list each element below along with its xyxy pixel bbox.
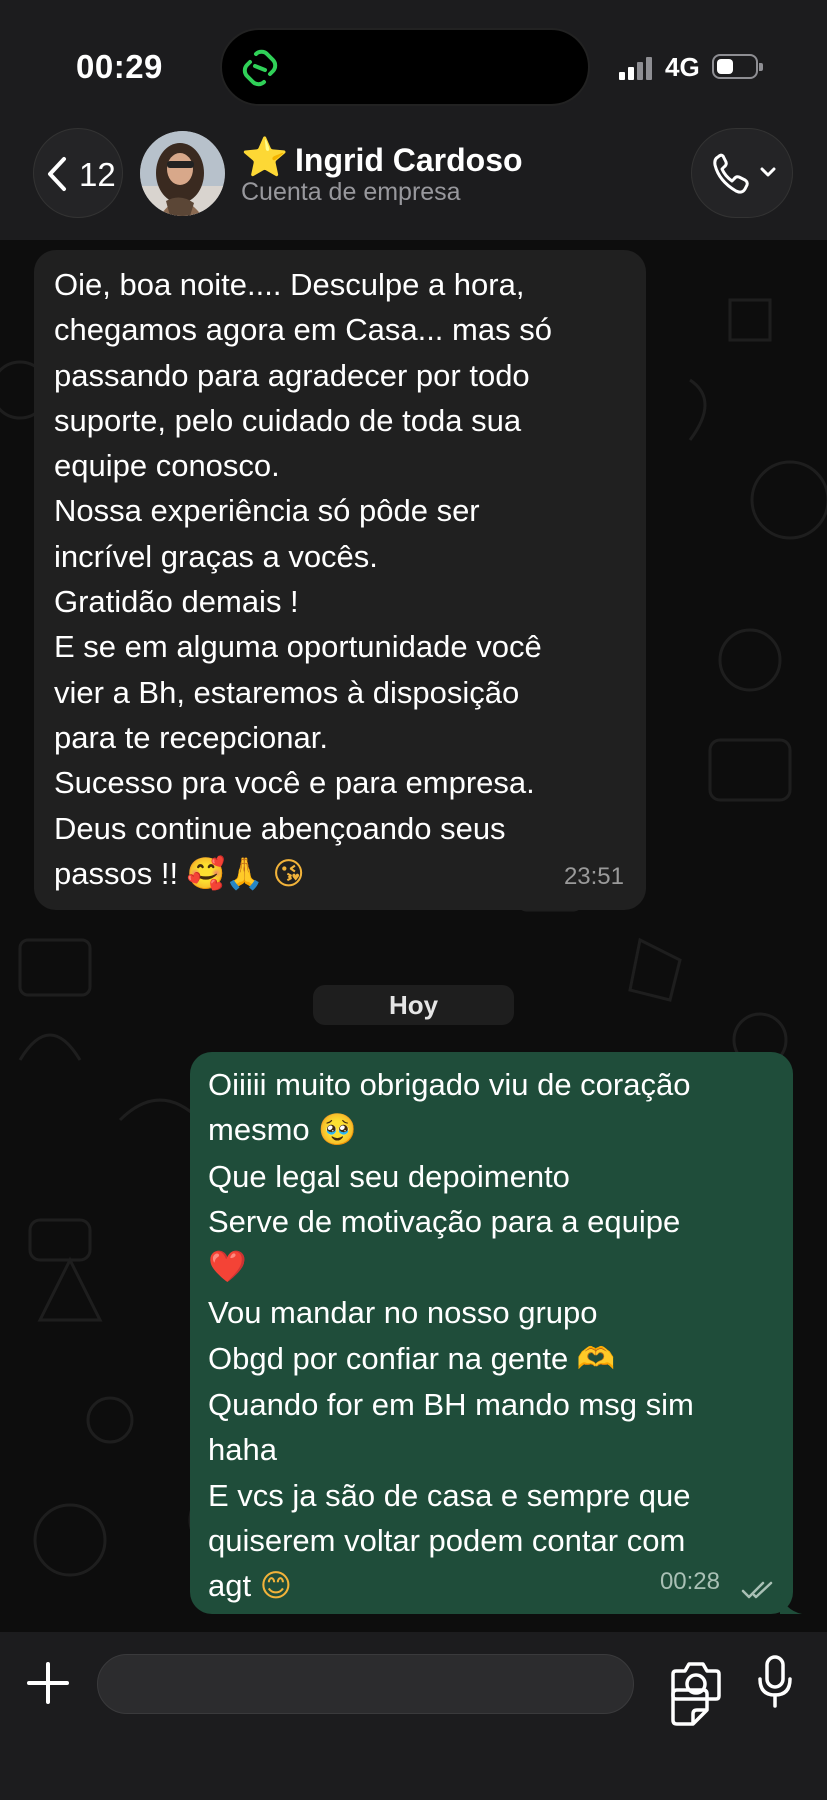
- message-timestamp: 23:51: [563, 862, 624, 890]
- plus-icon[interactable]: [25, 1660, 71, 1706]
- red-heart-emoji: ❤️: [208, 1249, 247, 1286]
- message-line: E se em alguma oportunidade você: [54, 629, 542, 665]
- message-line: suporte, pelo cuidado de toda sua: [54, 402, 522, 438]
- message-line: Quando for em BH mando msg sim: [208, 1387, 694, 1423]
- phone-icon: [713, 153, 776, 194]
- message-line: equipe conosco.: [54, 448, 280, 484]
- message-line: quiserem voltar podem contar com: [208, 1522, 686, 1558]
- call-button[interactable]: [691, 128, 793, 218]
- message-line: ❤️: [208, 1244, 775, 1290]
- camera-icon[interactable]: [670, 1659, 722, 1703]
- contact-name[interactable]: Ingrid Cardoso: [295, 142, 523, 179]
- back-button[interactable]: 12: [33, 128, 123, 218]
- message-line: Deus continue abençoando seus: [54, 810, 506, 846]
- star-icon: ⭐: [241, 137, 289, 179]
- message-text: agt: [208, 1568, 252, 1604]
- outgoing-message[interactable]: Oiiiii muito obrigado viu de coração mes…: [190, 1052, 802, 1614]
- double-check-icon: [741, 1581, 773, 1599]
- message-line: incrível graças a vocês.: [54, 538, 378, 574]
- message-text: Obgd por confiar na gente: [208, 1340, 569, 1376]
- status-time: 00:29: [76, 48, 163, 85]
- pleading-face-emoji: 🥹: [318, 1112, 357, 1149]
- chat-header: 12 ⭐ Ingrid Cardoso Cuenta de empresa: [0, 125, 827, 240]
- message-line: Nossa experiência só pôde ser: [54, 493, 480, 529]
- message-line: passando para agradecer por todo: [54, 357, 530, 393]
- message-line: para te recepcionar.: [54, 719, 329, 755]
- link-icon: [242, 49, 278, 87]
- message-line: Oie, boa noite.... Desculpe a hora,: [54, 267, 525, 302]
- message-line: Oiiiii muito obrigado viu de coração: [208, 1067, 691, 1102]
- chevron-left-icon: [48, 157, 66, 191]
- message-line: mesmo 🥹: [208, 1107, 775, 1153]
- date-separator: Hoy: [313, 985, 514, 1025]
- microphone-icon[interactable]: [755, 1654, 795, 1710]
- message-line: Obgd por confiar na gente 🫶: [208, 1336, 775, 1382]
- dynamic-island[interactable]: [220, 28, 590, 106]
- status-bar: 00:29 4G: [0, 0, 827, 125]
- kiss-emoji: 😘: [272, 855, 305, 892]
- praying-hands-emoji: 🙏: [225, 855, 264, 892]
- bubble-tail: [780, 1592, 802, 1614]
- smiling-hearts-emoji: 🥰: [186, 855, 226, 892]
- unread-count: 12: [79, 156, 116, 193]
- heart-hands-emoji: 🫶: [576, 1340, 616, 1377]
- contact-subtitle: Cuenta de empresa: [241, 178, 461, 206]
- chat-area[interactable]: Oie, boa noite.... Desculpe a hora, cheg…: [0, 240, 827, 1632]
- input-bar: [0, 1632, 827, 1800]
- signal-icon: [619, 56, 659, 80]
- message-input[interactable]: [97, 1654, 709, 1726]
- message-line: Que legal seu depoimento: [208, 1158, 570, 1194]
- message-line: Gratidão demais !: [54, 584, 299, 620]
- message-line-last: passos !! 🥰🙏 😘: [54, 851, 626, 897]
- incoming-message[interactable]: Oie, boa noite.... Desculpe a hora, cheg…: [34, 250, 646, 910]
- battery-icon: [712, 54, 763, 79]
- message-line: vier a Bh, estaremos à disposição: [54, 674, 520, 710]
- smiling-face-emoji: 😊: [259, 1568, 293, 1605]
- contact-avatar[interactable]: [140, 131, 225, 216]
- message-line: Serve de motivação para a equipe: [208, 1203, 681, 1239]
- message-line: chegamos agora em Casa... mas só: [54, 312, 552, 348]
- message-timestamp: 00:28: [659, 1567, 720, 1595]
- message-text: mesmo: [208, 1112, 310, 1148]
- message-line: Vou mandar no nosso grupo: [208, 1295, 598, 1331]
- message-text: passos !!: [54, 855, 179, 891]
- avatar-photo: [140, 131, 225, 216]
- message-line: haha: [208, 1432, 277, 1468]
- message-line: E vcs ja são de casa e sempre que: [208, 1477, 691, 1513]
- network-type: 4G: [665, 52, 700, 82]
- message-line: Sucesso pra você e para empresa.: [54, 765, 535, 801]
